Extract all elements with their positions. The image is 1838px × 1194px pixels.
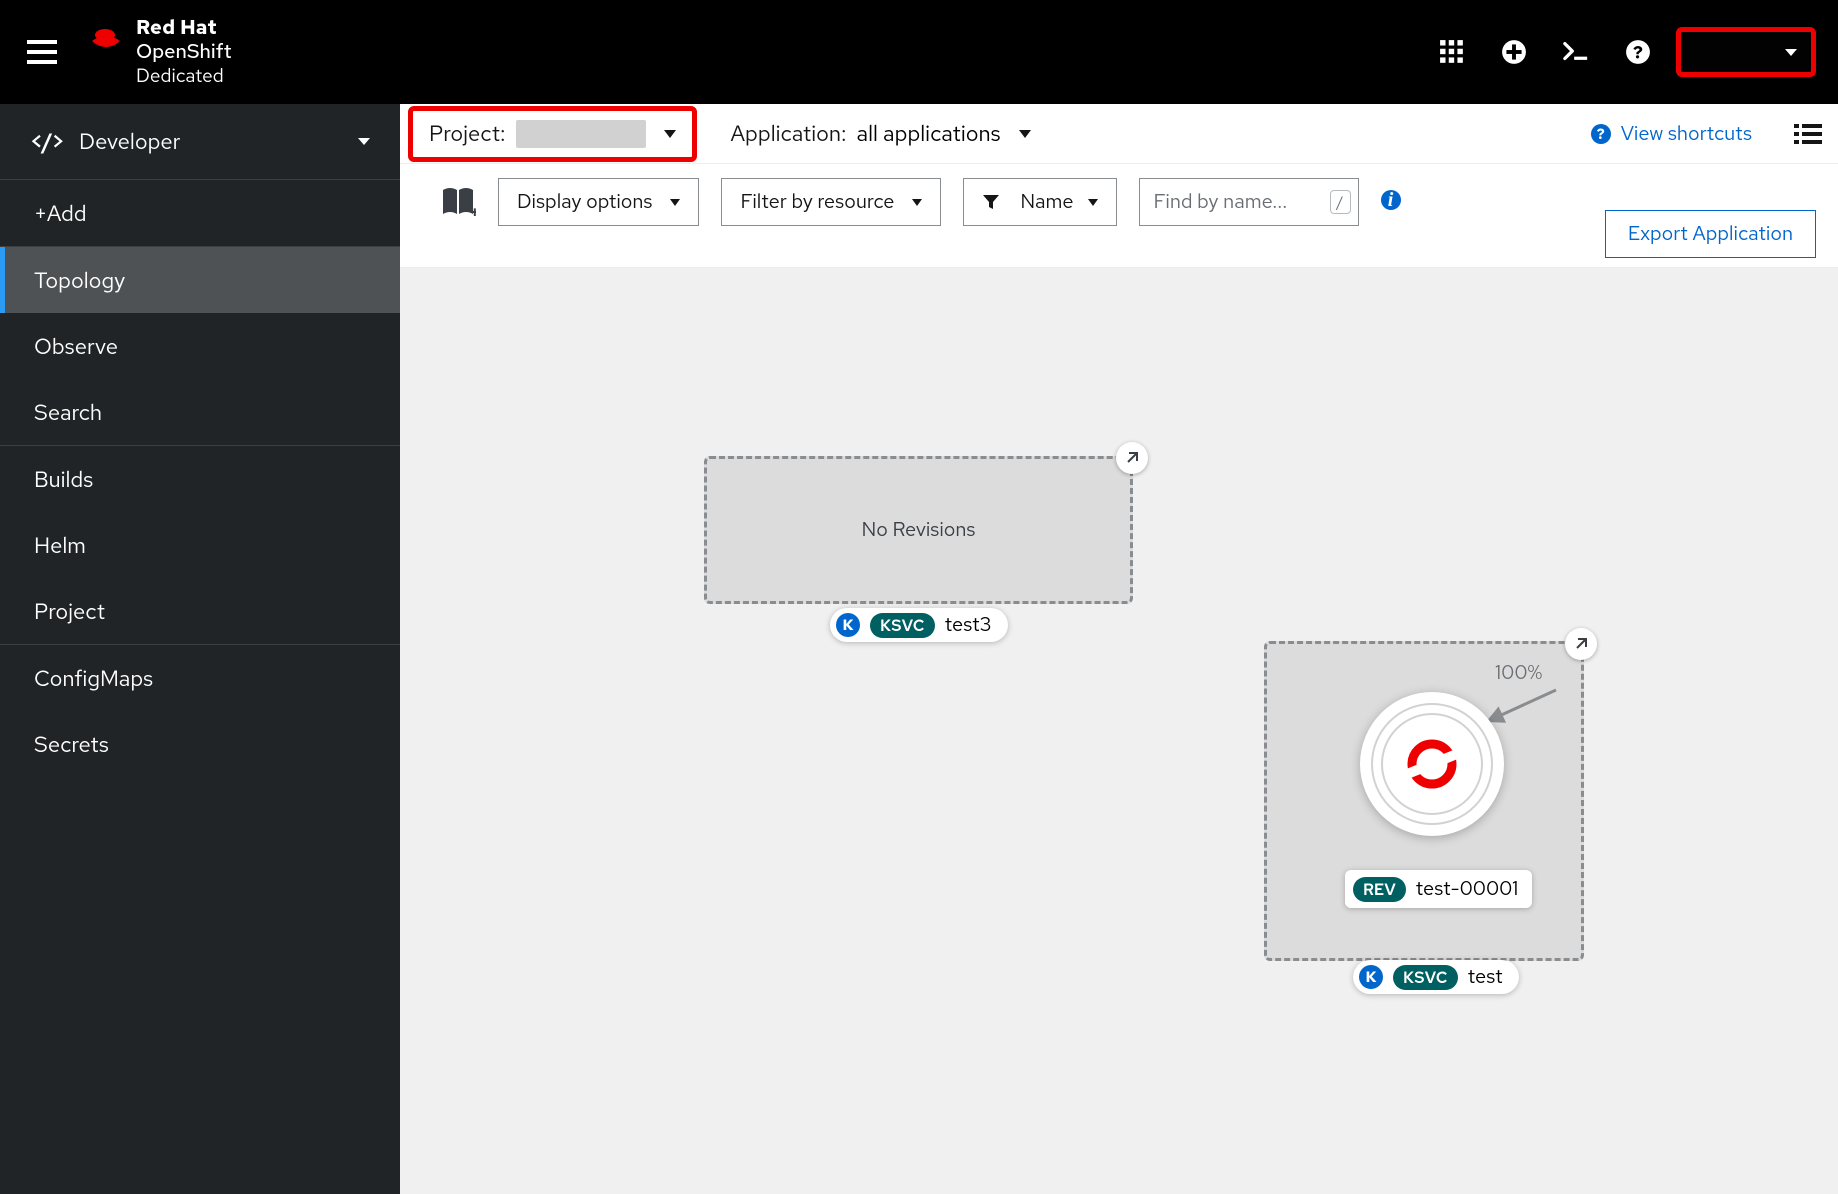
caret-down-icon	[358, 138, 370, 145]
application-label: Application:	[731, 119, 847, 148]
service-name: test3	[945, 612, 992, 638]
open-url-decorator[interactable]	[1116, 442, 1148, 474]
content: Project: Application: all applications ?…	[400, 104, 1838, 1194]
list-icon	[1794, 122, 1822, 146]
caret-down-icon	[664, 130, 676, 138]
info-icon[interactable]: i	[1381, 190, 1401, 210]
help-button[interactable]: ?	[1624, 38, 1652, 66]
shortcuts-label: View shortcuts	[1621, 121, 1752, 147]
sidebar-item-observe[interactable]: Observe	[0, 313, 400, 379]
import-button[interactable]	[1500, 38, 1528, 66]
export-application-button[interactable]: Export Application	[1605, 210, 1816, 258]
caret-down-icon	[1785, 49, 1797, 56]
sidebar-item-configmaps[interactable]: ConfigMaps	[0, 645, 400, 711]
code-icon: </>	[30, 127, 63, 156]
view-shortcuts-link[interactable]: ? View shortcuts	[1591, 121, 1752, 147]
caret-down-icon	[670, 199, 680, 206]
svg-text:+: +	[470, 202, 476, 220]
sidebar-item-add[interactable]: +Add	[0, 180, 400, 246]
filter-icon	[982, 193, 1000, 211]
service-name: test	[1468, 964, 1503, 990]
project-value	[516, 120, 646, 148]
brand: Red Hat OpenShift Dedicated	[86, 17, 232, 87]
openshift-icon	[1404, 736, 1460, 792]
topology-canvas[interactable]: No Revisions K KSVC test3 100%	[400, 268, 1838, 1194]
brand-line1: Red Hat	[136, 15, 217, 41]
sidebar-item-topology[interactable]: Topology	[0, 247, 400, 313]
list-view-toggle[interactable]	[1794, 119, 1824, 149]
sidebar: </> Developer +Add Topology Observe Sear…	[0, 104, 400, 1194]
topology-toolbar: + Display options Filter by resource Nam…	[400, 164, 1838, 268]
external-link-icon	[1124, 450, 1140, 466]
brand-line2: OpenShift	[136, 39, 232, 65]
plus-circle-icon	[1501, 39, 1527, 65]
filter-resource-dropdown[interactable]: Filter by resource	[721, 178, 941, 226]
svg-text:?: ?	[1633, 40, 1643, 65]
ksvc-pill: KSVC	[1393, 965, 1458, 990]
masthead: Red Hat OpenShift Dedicated ?	[0, 0, 1838, 104]
revision-name: test-00001	[1416, 876, 1519, 902]
application-value: all applications	[857, 119, 1001, 148]
no-revisions-label: No Revisions	[862, 517, 976, 543]
knative-k-badge-icon: K	[836, 613, 860, 637]
terminal-icon	[1563, 39, 1589, 65]
question-circle-icon: ?	[1625, 39, 1651, 65]
open-url-decorator[interactable]	[1565, 628, 1597, 660]
display-options-dropdown[interactable]: Display options	[498, 178, 699, 226]
traffic-percent: 100%	[1495, 660, 1542, 686]
redhat-logo-icon	[86, 23, 126, 53]
application-dropdown[interactable]: Application: all applications	[715, 111, 1047, 156]
keyhint-badge: /	[1330, 190, 1351, 214]
grid-icon	[1439, 39, 1465, 65]
sidebar-item-helm[interactable]: Helm	[0, 512, 400, 578]
perspective-switcher[interactable]: </> Developer	[0, 104, 400, 180]
project-label: Project:	[429, 119, 506, 148]
find-input-wrap: /	[1139, 178, 1359, 226]
apps-launcher-button[interactable]	[1438, 38, 1466, 66]
brand-line3: Dedicated	[136, 63, 224, 88]
caret-down-icon	[912, 199, 922, 206]
terminal-button[interactable]	[1562, 38, 1590, 66]
caret-down-icon	[1088, 199, 1098, 206]
menu-toggle-button[interactable]	[18, 28, 66, 76]
revision-node[interactable]	[1360, 692, 1504, 836]
sidebar-item-secrets[interactable]: Secrets	[0, 711, 400, 777]
header-utility: ?	[1438, 38, 1652, 66]
project-bar: Project: Application: all applications ?…	[400, 104, 1838, 164]
external-link-icon	[1573, 636, 1589, 652]
user-dropdown[interactable]	[1676, 27, 1816, 77]
find-input[interactable]	[1139, 178, 1359, 226]
caret-down-icon	[1019, 130, 1031, 138]
ksvc-pill: KSVC	[870, 613, 935, 638]
knative-k-badge-icon: K	[1359, 965, 1383, 989]
perspective-label: Developer	[79, 127, 180, 156]
rev-pill: REV	[1353, 877, 1406, 902]
ksvc-label[interactable]: K KSVC test3	[830, 608, 1008, 642]
quick-start-icon[interactable]: +	[440, 184, 476, 220]
knative-service-group[interactable]: No Revisions	[704, 456, 1133, 604]
name-filter-dropdown[interactable]: Name	[963, 178, 1116, 226]
hamburger-icon	[27, 39, 57, 65]
question-circle-icon: ?	[1591, 124, 1611, 144]
sidebar-item-search[interactable]: Search	[0, 379, 400, 445]
revision-label[interactable]: REV test-00001	[1345, 870, 1532, 908]
ksvc-label[interactable]: K KSVC test	[1353, 960, 1519, 994]
sidebar-item-builds[interactable]: Builds	[0, 446, 400, 512]
project-dropdown[interactable]: Project:	[408, 106, 697, 162]
sidebar-item-project[interactable]: Project	[0, 578, 400, 644]
